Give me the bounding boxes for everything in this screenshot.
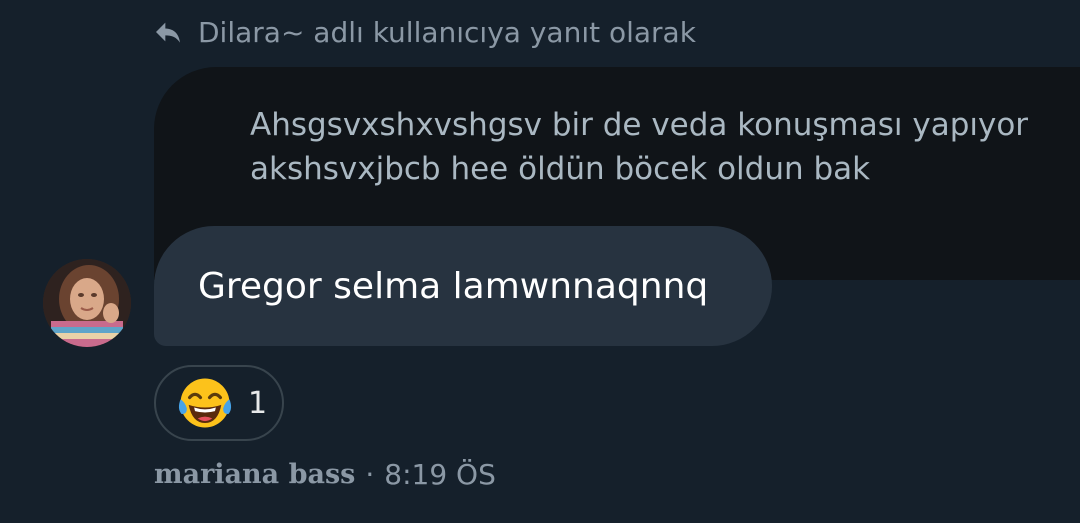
reply-arrow-icon xyxy=(156,22,180,43)
message-text: Gregor selma lamwnnaqnnq xyxy=(198,265,709,307)
avatar[interactable] xyxy=(43,259,131,347)
quoted-message-text: Ahsgsvxshxvshgsv bir de veda konuşması y… xyxy=(250,107,1029,187)
user-avatar-photo xyxy=(43,259,131,347)
reply-context: Dilara~ adlı kullanıcıya yanıt olarak xyxy=(152,12,696,52)
message-bubble[interactable]: Gregor selma lamwnnaqnnq xyxy=(154,226,772,346)
message-meta: mariana bass · 8:19 ÖS xyxy=(154,452,496,496)
reaction-count: 1 xyxy=(248,385,268,421)
sender-name[interactable]: mariana bass xyxy=(154,459,355,490)
dm-conversation: Dilara~ adlı kullanıcıya yanıt olarak Ah… xyxy=(0,0,1080,523)
reaction-pill[interactable]: 1 xyxy=(154,365,284,441)
tears-of-joy-emoji-icon xyxy=(178,378,232,428)
meta-separator: · xyxy=(365,457,375,491)
reply-context-label: Dilara~ adlı kullanıcıya yanıt olarak xyxy=(198,15,696,49)
message-timestamp: 8:19 ÖS xyxy=(384,457,496,491)
